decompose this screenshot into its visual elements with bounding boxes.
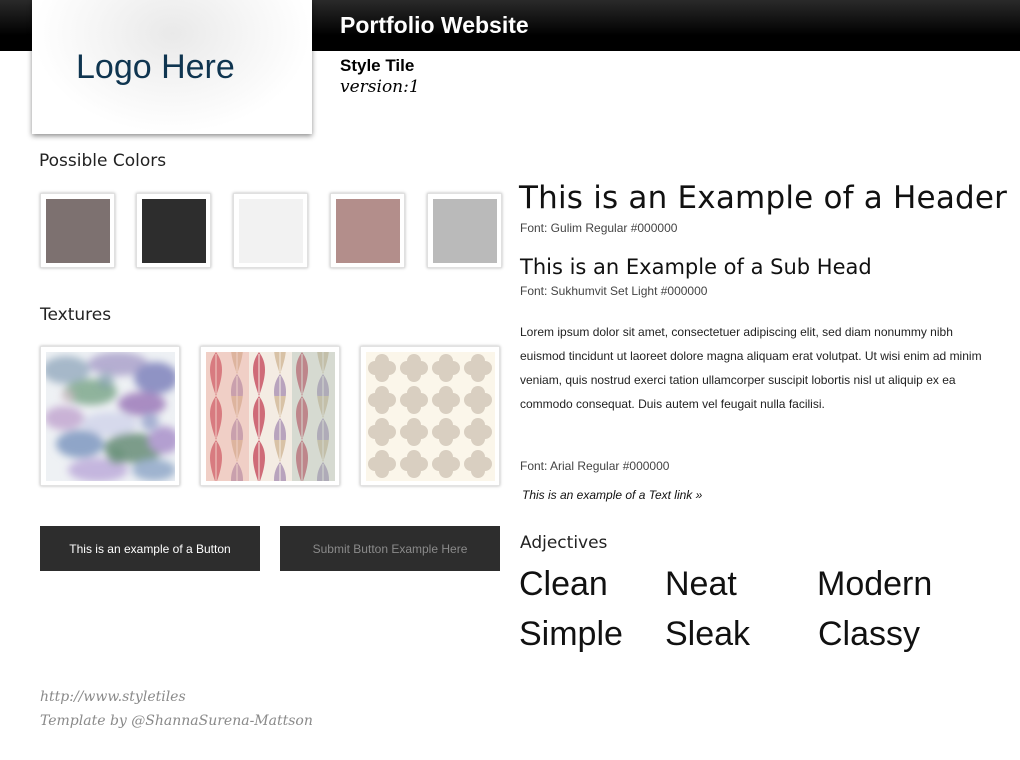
site-title: Portfolio Website: [340, 12, 529, 38]
version-label: version:1: [340, 77, 420, 97]
leaf-pattern-texture: [200, 346, 340, 486]
color-swatch-fill: [142, 199, 206, 263]
body-copy-sample: Lorem ipsum dolor sit amet, consectetuer…: [520, 325, 982, 411]
logo-box: Logo Here: [32, 0, 312, 134]
footer-url: http://www.styletiles: [40, 689, 186, 705]
color-swatch-fill: [336, 199, 400, 263]
quatrefoil-pattern-image: [366, 352, 495, 481]
text-link-sample[interactable]: This is an example of a Text link »: [522, 488, 702, 502]
footer-credit: Template by @ShannaSurena-Mattson: [40, 713, 313, 729]
example-button[interactable]: This is an example of a Button: [40, 526, 260, 571]
adjective-modern: Modern: [817, 565, 933, 603]
leaf-pattern-image: [206, 352, 335, 481]
color-swatch-4: [330, 193, 405, 268]
color-swatch-5: [427, 193, 502, 268]
header-sample: This is an Example of a Header: [519, 180, 1008, 216]
color-swatch-fill: [46, 199, 110, 263]
textures-heading: Textures: [40, 305, 112, 325]
watercolor-floral-image: [46, 352, 175, 481]
adjective-classy: Classy: [818, 615, 921, 653]
color-swatch-2: [136, 193, 211, 268]
subhead-font-note: Font: Sukhumvit Set Light #000000: [520, 284, 708, 298]
quatrefoil-pattern-texture: [360, 346, 500, 486]
adjective-simple: Simple: [519, 615, 623, 653]
submit-button[interactable]: Submit Button Example Here: [280, 526, 500, 571]
color-swatch-fill: [239, 199, 303, 263]
watercolor-floral-texture: [40, 346, 180, 486]
adjective-clean: Clean: [519, 565, 608, 603]
color-swatch-3: [233, 193, 308, 268]
logo-placeholder: Logo Here: [76, 48, 235, 86]
header-font-note: Font: Gulim Regular #000000: [520, 221, 678, 235]
adjective-sleak: Sleak: [665, 615, 751, 653]
style-tile-label: Style Tile: [340, 56, 415, 75]
possible-colors-heading: Possible Colors: [39, 151, 167, 171]
subhead-sample: This is an Example of a Sub Head: [520, 255, 872, 279]
adjective-neat: Neat: [665, 565, 737, 603]
color-swatch-1: [40, 193, 115, 268]
adjectives-heading: Adjectives: [520, 533, 608, 553]
color-swatch-fill: [433, 199, 497, 263]
body-font-note: Font: Arial Regular #000000: [520, 459, 670, 473]
